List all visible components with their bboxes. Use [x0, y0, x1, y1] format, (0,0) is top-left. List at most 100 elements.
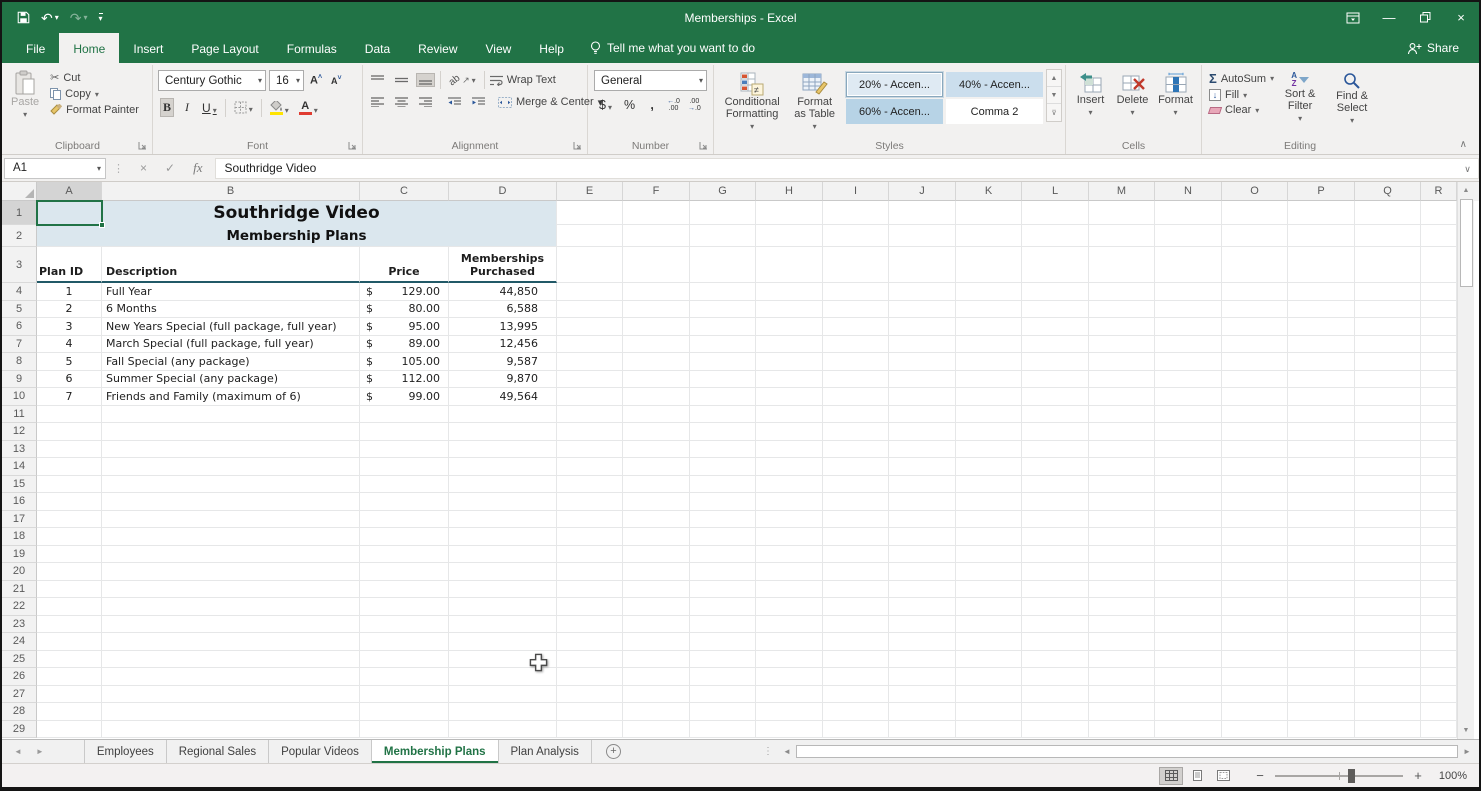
cell-B5[interactable]: 6 Months [102, 301, 360, 319]
cell-D15[interactable] [449, 476, 557, 494]
cell-O11[interactable] [1222, 406, 1288, 424]
cell-H18[interactable] [756, 528, 823, 546]
cell-O7[interactable] [1222, 336, 1288, 354]
cell-C13[interactable] [360, 441, 449, 459]
row-header-25[interactable]: 25 [2, 651, 37, 669]
cell-R28[interactable] [1421, 703, 1457, 721]
cell-H19[interactable] [756, 546, 823, 564]
cell-J29[interactable] [889, 721, 956, 739]
cell-C21[interactable] [360, 581, 449, 599]
cell-O13[interactable] [1222, 441, 1288, 459]
cell-C23[interactable] [360, 616, 449, 634]
bold-button[interactable]: B [160, 98, 174, 117]
cell-C29[interactable] [360, 721, 449, 739]
cell-G18[interactable] [690, 528, 756, 546]
cell-M3[interactable] [1089, 247, 1155, 283]
cell-G15[interactable] [690, 476, 756, 494]
cell-E12[interactable] [557, 423, 623, 441]
cell-M11[interactable] [1089, 406, 1155, 424]
cell-O16[interactable] [1222, 493, 1288, 511]
cell-B23[interactable] [102, 616, 360, 634]
cell-Q4[interactable] [1355, 283, 1421, 301]
cell-I4[interactable] [823, 283, 889, 301]
cell-Q6[interactable] [1355, 318, 1421, 336]
insert-function-icon[interactable]: fx [184, 160, 211, 176]
row-header-14[interactable]: 14 [2, 458, 37, 476]
ribbon-tab-view[interactable]: View [472, 33, 526, 63]
sort-filter-button[interactable]: AZ Sort & Filter ▾ [1274, 69, 1326, 130]
cell-N7[interactable] [1155, 336, 1222, 354]
cell-R5[interactable] [1421, 301, 1457, 319]
formula-input[interactable]: Southridge Video [215, 158, 1457, 179]
cell-G8[interactable] [690, 353, 756, 371]
cell-N2[interactable] [1155, 225, 1222, 247]
cell-P20[interactable] [1288, 563, 1355, 581]
cell-L8[interactable] [1022, 353, 1089, 371]
cell-H3[interactable] [756, 247, 823, 283]
find-select-button[interactable]: Find & Select ▾ [1326, 69, 1378, 130]
cell-P5[interactable] [1288, 301, 1355, 319]
number-dialog-launcher[interactable] [699, 141, 709, 151]
cell-L14[interactable] [1022, 458, 1089, 476]
cell-P27[interactable] [1288, 686, 1355, 704]
row-header-9[interactable]: 9 [2, 371, 37, 389]
increase-font-size-button[interactable]: A˄ [307, 74, 325, 87]
cell-M17[interactable] [1089, 511, 1155, 529]
cell-E29[interactable] [557, 721, 623, 739]
cell-C17[interactable] [360, 511, 449, 529]
cell-I25[interactable] [823, 651, 889, 669]
cell-R9[interactable] [1421, 371, 1457, 389]
cell-E21[interactable] [557, 581, 623, 599]
cell-R6[interactable] [1421, 318, 1457, 336]
cell-B13[interactable] [102, 441, 360, 459]
cell-G9[interactable] [690, 371, 756, 389]
cell-R24[interactable] [1421, 633, 1457, 651]
cell-A7[interactable]: 4 [37, 336, 102, 354]
cell-B19[interactable] [102, 546, 360, 564]
cell-M5[interactable] [1089, 301, 1155, 319]
cell-M12[interactable] [1089, 423, 1155, 441]
cell-G13[interactable] [690, 441, 756, 459]
cell-A23[interactable] [37, 616, 102, 634]
align-right-button[interactable] [416, 95, 435, 109]
cell-P6[interactable] [1288, 318, 1355, 336]
cell-K21[interactable] [956, 581, 1022, 599]
cell-E11[interactable] [557, 406, 623, 424]
increase-decimal-button[interactable]: ←.0.00 [667, 98, 680, 112]
column-header-C[interactable]: C [360, 182, 449, 201]
cell-M18[interactable] [1089, 528, 1155, 546]
cell-O6[interactable] [1222, 318, 1288, 336]
cell-F18[interactable] [623, 528, 690, 546]
cell-K10[interactable] [956, 388, 1022, 406]
cell-O22[interactable] [1222, 598, 1288, 616]
cell-N9[interactable] [1155, 371, 1222, 389]
cell-D7[interactable]: 12,456 [449, 336, 557, 354]
cell-G16[interactable] [690, 493, 756, 511]
column-header-M[interactable]: M [1089, 182, 1155, 201]
number-format-combo[interactable]: General ▾ [594, 70, 707, 91]
conditional-formatting-button[interactable]: ≠ Conditional Formatting ▾ [717, 69, 787, 136]
cell-P26[interactable] [1288, 668, 1355, 686]
cell-H11[interactable] [756, 406, 823, 424]
cell-A26[interactable] [37, 668, 102, 686]
cell-J25[interactable] [889, 651, 956, 669]
copy-button[interactable]: Copy ▾ [50, 88, 139, 100]
cell-B24[interactable] [102, 633, 360, 651]
cell-B15[interactable] [102, 476, 360, 494]
clipboard-dialog-launcher[interactable] [138, 141, 148, 151]
cell-Q10[interactable] [1355, 388, 1421, 406]
cell-E1[interactable] [557, 201, 623, 225]
cell-M8[interactable] [1089, 353, 1155, 371]
cell-E22[interactable] [557, 598, 623, 616]
cell-H6[interactable] [756, 318, 823, 336]
cell-Q9[interactable] [1355, 371, 1421, 389]
cell-R11[interactable] [1421, 406, 1457, 424]
cell-M22[interactable] [1089, 598, 1155, 616]
cell-E8[interactable] [557, 353, 623, 371]
cell-I5[interactable] [823, 301, 889, 319]
cell-A12[interactable] [37, 423, 102, 441]
cell-D19[interactable] [449, 546, 557, 564]
cell-F17[interactable] [623, 511, 690, 529]
cell-J9[interactable] [889, 371, 956, 389]
cell-F16[interactable] [623, 493, 690, 511]
